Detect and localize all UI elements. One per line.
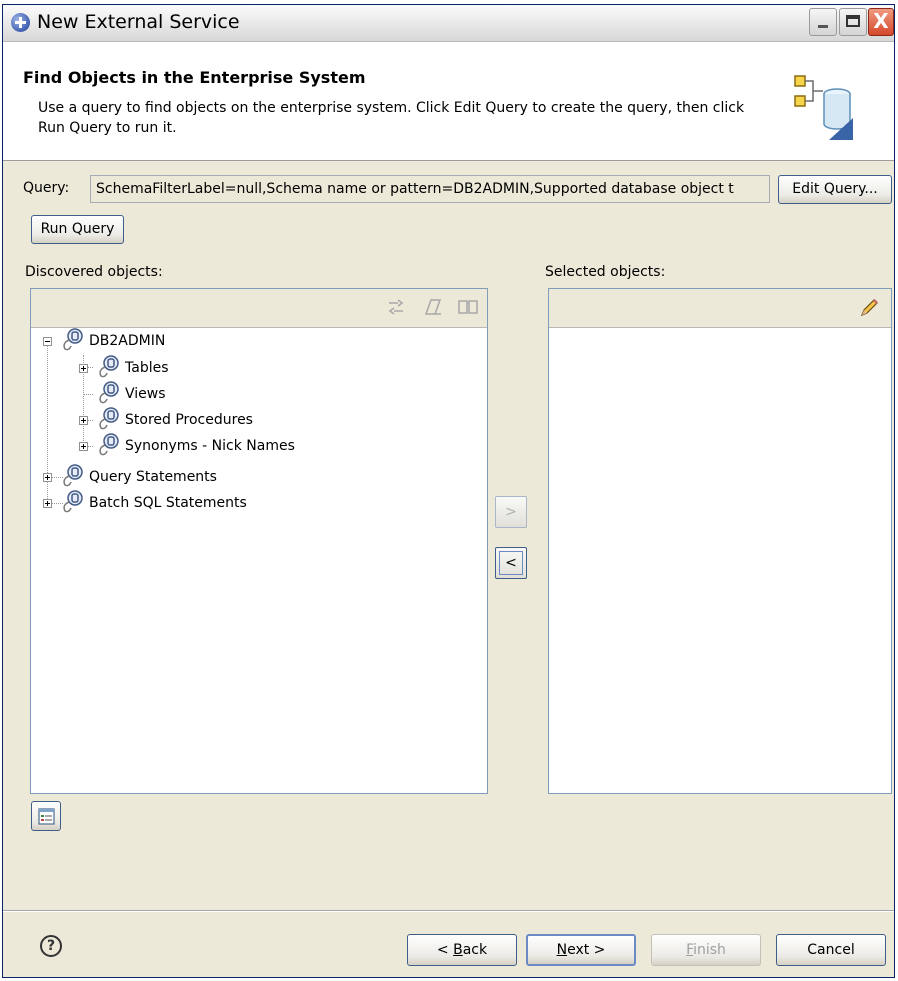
selected-toolbar — [549, 289, 891, 328]
tree-item-label: Batch SQL Statements — [89, 495, 247, 511]
properties-icon — [38, 808, 55, 825]
tree-item-tables[interactable]: Tables — [93, 355, 293, 380]
database-object-icon — [63, 328, 83, 351]
database-object-icon — [99, 407, 119, 430]
tree-item-batch-sql-statements[interactable]: Batch SQL Statements — [57, 490, 317, 515]
edit-icon[interactable] — [423, 297, 443, 317]
filter-icon[interactable] — [386, 297, 406, 317]
query-field[interactable]: SchemaFilterLabel=null,Schema name or pa… — [90, 175, 770, 203]
tree-item-query-statements[interactable]: Query Statements — [57, 464, 297, 489]
remove-from-selected-button[interactable]: < — [495, 547, 527, 579]
selected-objects-panel — [548, 288, 892, 794]
help-icon[interactable]: ? — [40, 935, 62, 957]
back-label-rest: ack — [462, 942, 488, 958]
discovered-objects-panel: DB2ADMIN Tables Views Stored Procedures … — [30, 288, 488, 794]
tree-line — [83, 394, 93, 395]
database-wizard-icon — [794, 75, 853, 140]
tree-item-label: Views — [125, 386, 166, 402]
wizard-header: Find Objects in the Enterprise System Us… — [3, 42, 894, 161]
database-object-icon — [63, 490, 83, 513]
footer-separator — [3, 910, 894, 912]
page-description: Use a query to find objects on the enter… — [38, 100, 745, 136]
page-title: Find Objects in the Enterprise System — [23, 68, 366, 87]
next-label-rest: ext > — [567, 942, 606, 958]
selected-objects-label: Selected objects: — [545, 264, 666, 280]
window-title: New External Service — [37, 11, 240, 33]
finish-label-rest: inish — [693, 942, 726, 958]
tree-line — [47, 345, 48, 507]
tree-item-views[interactable]: Views — [93, 381, 293, 406]
discovered-objects-label: Discovered objects: — [25, 264, 163, 280]
wizard-window: New External Service X Find Objects in t… — [2, 4, 895, 978]
expand-batch-sql-statements[interactable] — [43, 499, 52, 508]
remove-arrow: < — [499, 551, 523, 575]
expand-stored-procedures[interactable] — [79, 416, 88, 425]
finish-button[interactable]: Finish — [651, 934, 761, 966]
properties-button[interactable] — [31, 801, 61, 831]
close-button[interactable]: X — [868, 8, 894, 36]
cancel-button[interactable]: Cancel — [776, 934, 886, 966]
tree-item-synonyms[interactable]: Synonyms - Nick Names — [93, 433, 353, 458]
minimize-button[interactable] — [809, 8, 837, 36]
database-object-icon — [63, 464, 83, 487]
tree-item-label: Synonyms - Nick Names — [125, 438, 295, 454]
collapse-db2admin[interactable] — [43, 337, 52, 346]
tree-item-stored-procedures[interactable]: Stored Procedures — [93, 407, 313, 432]
app-icon — [11, 13, 30, 32]
next-button[interactable]: Next > — [526, 934, 636, 966]
tree-item-label: Query Statements — [89, 469, 217, 485]
database-object-icon — [99, 381, 119, 404]
add-to-selected-button[interactable]: > — [495, 496, 527, 528]
tree-item-label: DB2ADMIN — [89, 333, 166, 349]
query-label: Query: — [23, 180, 70, 196]
edit-query-button[interactable]: Edit Query... — [778, 175, 892, 204]
back-button[interactable]: < Back — [407, 934, 517, 966]
expand-synonyms[interactable] — [79, 442, 88, 451]
book-icon[interactable] — [457, 297, 479, 317]
title-bar[interactable]: New External Service X — [3, 5, 894, 42]
database-object-icon — [99, 433, 119, 456]
pencil-icon[interactable] — [858, 297, 880, 319]
discovered-toolbar — [31, 289, 487, 328]
tree-item-label: Stored Procedures — [125, 412, 253, 428]
next-mnemonic: N — [556, 942, 568, 958]
database-object-icon — [99, 355, 119, 378]
tree-item-db2admin[interactable]: DB2ADMIN — [57, 328, 257, 353]
expand-tables[interactable] — [79, 364, 88, 373]
run-query-button[interactable]: Run Query — [31, 215, 124, 244]
expand-query-statements[interactable] — [43, 473, 52, 482]
back-label-prefix: < — [436, 942, 454, 958]
tree-item-label: Tables — [125, 360, 169, 376]
back-mnemonic: B — [453, 942, 463, 958]
maximize-button[interactable] — [839, 8, 867, 36]
